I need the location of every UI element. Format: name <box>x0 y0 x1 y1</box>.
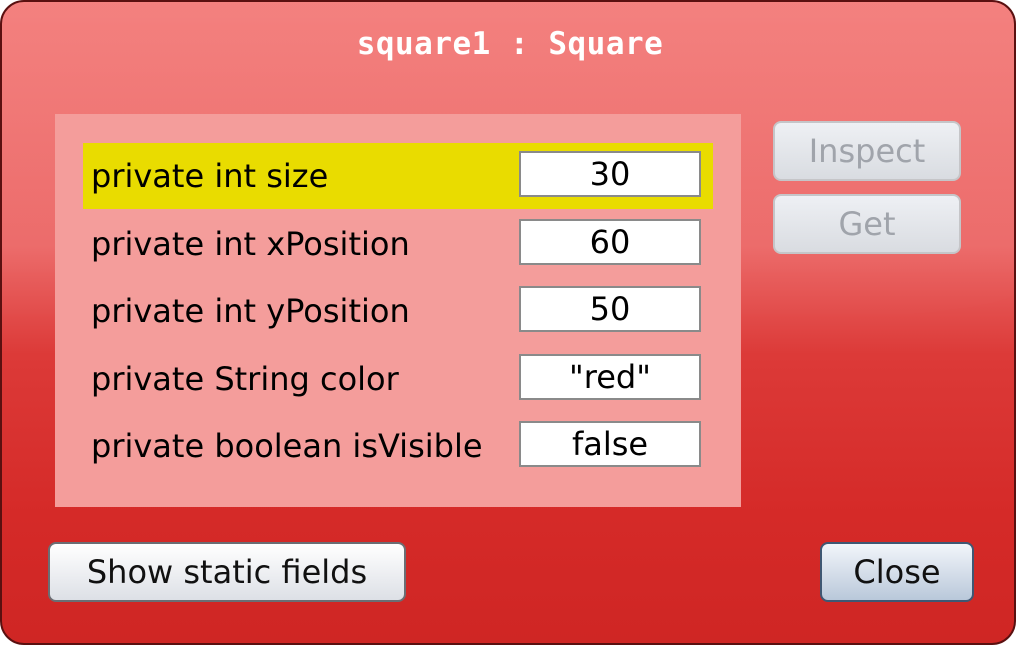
field-label: private int yPosition <box>91 292 410 330</box>
get-button[interactable]: Get <box>773 194 961 254</box>
field-value: false <box>519 421 701 467</box>
field-row-xposition[interactable]: private int xPosition 60 <box>83 211 713 277</box>
field-label: private int size <box>91 157 329 195</box>
field-value: "red" <box>519 354 701 400</box>
field-row-yposition[interactable]: private int yPosition 50 <box>83 278 713 344</box>
field-value: 30 <box>519 151 701 197</box>
field-row-isvisible[interactable]: private boolean isVisible false <box>83 413 713 479</box>
fields-panel: private int size 30 private int xPositio… <box>55 114 741 507</box>
field-label: private String color <box>91 360 399 398</box>
window-title: square1 : Square <box>356 26 664 62</box>
field-label: private int xPosition <box>91 225 410 263</box>
field-value: 60 <box>519 219 701 265</box>
inspect-button[interactable]: Inspect <box>773 121 961 181</box>
object-inspector-window: square1 : Square private int size 30 pri… <box>0 0 1016 645</box>
field-row-color[interactable]: private String color "red" <box>83 346 713 412</box>
close-button[interactable]: Close <box>820 542 974 602</box>
field-label: private boolean isVisible <box>91 427 483 465</box>
show-static-fields-button[interactable]: Show static fields <box>48 542 406 602</box>
field-value: 50 <box>519 286 701 332</box>
field-row-size[interactable]: private int size 30 <box>83 143 713 209</box>
